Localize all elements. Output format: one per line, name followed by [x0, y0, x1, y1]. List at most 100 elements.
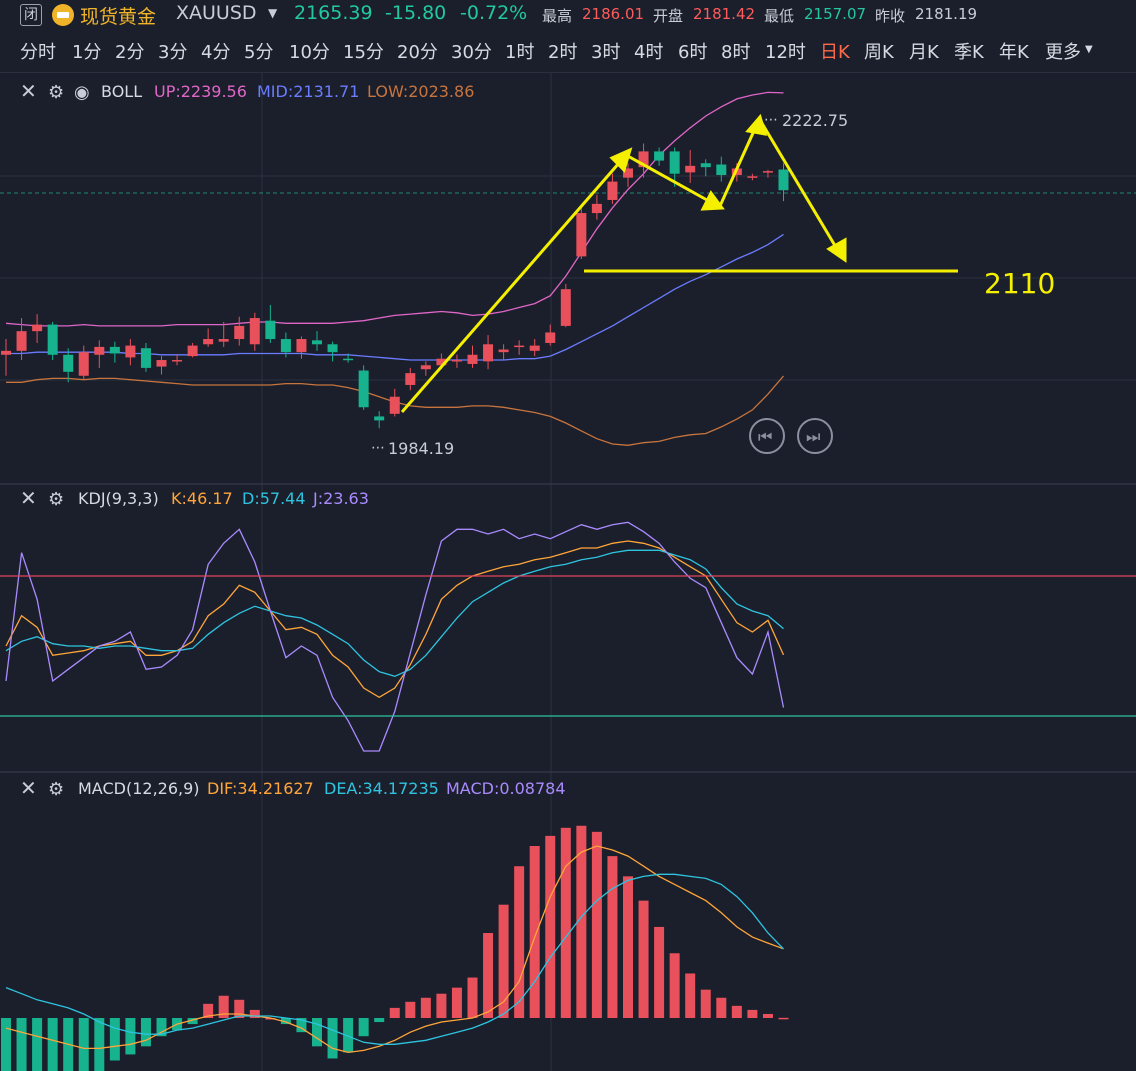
macd-bar — [1, 1018, 11, 1071]
skip-back-icon[interactable]: ⏮ — [758, 427, 772, 446]
candle-body — [716, 164, 727, 176]
candle-body — [451, 360, 462, 362]
macd-bar — [234, 999, 245, 1018]
candle-body — [669, 151, 680, 174]
macd-bar — [358, 1018, 369, 1037]
candle-body — [576, 213, 587, 257]
kdj-lines — [5, 521, 785, 752]
candle — [265, 304, 276, 343]
skip-forward-icon[interactable]: ⏭ — [806, 427, 820, 446]
candle-body — [700, 163, 711, 168]
eye-icon[interactable]: ◉ — [74, 82, 90, 103]
macd-bar — [94, 1018, 105, 1071]
candle — [405, 367, 416, 391]
candle — [591, 194, 602, 220]
candle — [514, 340, 525, 355]
candle-body — [607, 181, 618, 200]
low-marker: ⋯ — [371, 440, 385, 456]
candle — [560, 283, 571, 328]
macd-bar — [529, 846, 540, 1018]
candle-body — [545, 332, 556, 343]
candle-body — [591, 203, 602, 214]
macd-bar — [140, 1018, 151, 1047]
candle-body — [94, 346, 105, 355]
candle — [172, 354, 183, 366]
candle — [716, 156, 727, 182]
macd-bar — [405, 1001, 416, 1018]
high-marker: ⋯ — [764, 112, 778, 128]
gear-icon[interactable]: ⚙ — [48, 779, 64, 800]
candle — [545, 324, 556, 346]
macd-bar — [47, 1018, 58, 1071]
candle — [467, 345, 478, 368]
macd-bar — [560, 827, 571, 1018]
next-button[interactable]: ⏭ — [797, 418, 833, 454]
candle — [109, 341, 120, 363]
candle — [389, 388, 400, 417]
kdj-j: J:23.63 — [312, 489, 369, 508]
candle-body — [218, 339, 229, 342]
candle — [685, 150, 696, 183]
gear-icon[interactable]: ⚙ — [48, 489, 64, 510]
candle — [47, 321, 58, 361]
yellow-annotation — [400, 113, 958, 413]
candle-body — [280, 339, 291, 353]
close-icon[interactable]: ✕ — [20, 486, 37, 510]
candle — [483, 335, 494, 370]
close-icon[interactable]: ✕ — [20, 776, 37, 800]
macd-bar — [78, 1018, 89, 1071]
candle-body — [358, 370, 369, 408]
candle — [778, 163, 789, 202]
candle — [312, 331, 322, 351]
candle-body — [203, 339, 214, 345]
candle-body — [109, 346, 120, 354]
candle-body — [374, 416, 385, 421]
candle-body — [187, 345, 198, 357]
candle — [358, 365, 369, 410]
macd-bar — [514, 866, 525, 1018]
target-level-label: 2110 — [984, 267, 1055, 300]
candle — [638, 143, 649, 178]
candle-body — [389, 396, 400, 414]
candle-body — [63, 354, 74, 372]
candle — [374, 411, 385, 429]
candle — [296, 336, 307, 359]
close-icon[interactable]: ✕ — [20, 79, 37, 103]
candle — [218, 321, 229, 347]
kdj-k: K:46.17 — [171, 489, 233, 508]
macd-bar — [700, 989, 711, 1018]
boll-mid-line — [6, 233, 784, 361]
candle-body — [140, 348, 151, 368]
macd-bar — [467, 977, 478, 1018]
macd-value: MACD:0.08784 — [446, 779, 566, 798]
candle-body — [234, 325, 245, 340]
boll-up-line — [5, 91, 784, 327]
candle — [78, 345, 89, 380]
candle-body — [560, 289, 571, 326]
prev-button[interactable]: ⏮ — [749, 418, 785, 454]
boll-name: BOLL — [101, 82, 142, 101]
kdj-j-line — [5, 521, 785, 752]
kdj-d-line — [5, 549, 784, 677]
candle — [156, 356, 167, 375]
candle-body — [249, 318, 260, 345]
macd-dea-line — [5, 873, 784, 1045]
candle-body — [762, 171, 773, 173]
macd-bar — [545, 835, 556, 1018]
candle — [451, 354, 462, 368]
chart-canvas[interactable]: ✕ ⚙ ◉ BOLL UP:2239.56 MID:2131.71 LOW:20… — [0, 0, 1136, 1071]
gear-icon[interactable]: ⚙ — [48, 82, 64, 103]
candles — [1, 143, 789, 429]
candle — [94, 340, 105, 368]
candle-body — [78, 352, 89, 376]
macd-bar — [591, 831, 602, 1018]
candle — [498, 344, 509, 361]
kdj-d: D:57.44 — [242, 489, 306, 508]
candle — [63, 348, 74, 383]
candle-body — [483, 344, 494, 362]
macd-series — [1, 825, 789, 1071]
candle-body — [327, 344, 338, 353]
macd-bar — [623, 876, 633, 1018]
high-label: 2222.75 — [782, 111, 848, 130]
candle — [607, 173, 618, 204]
